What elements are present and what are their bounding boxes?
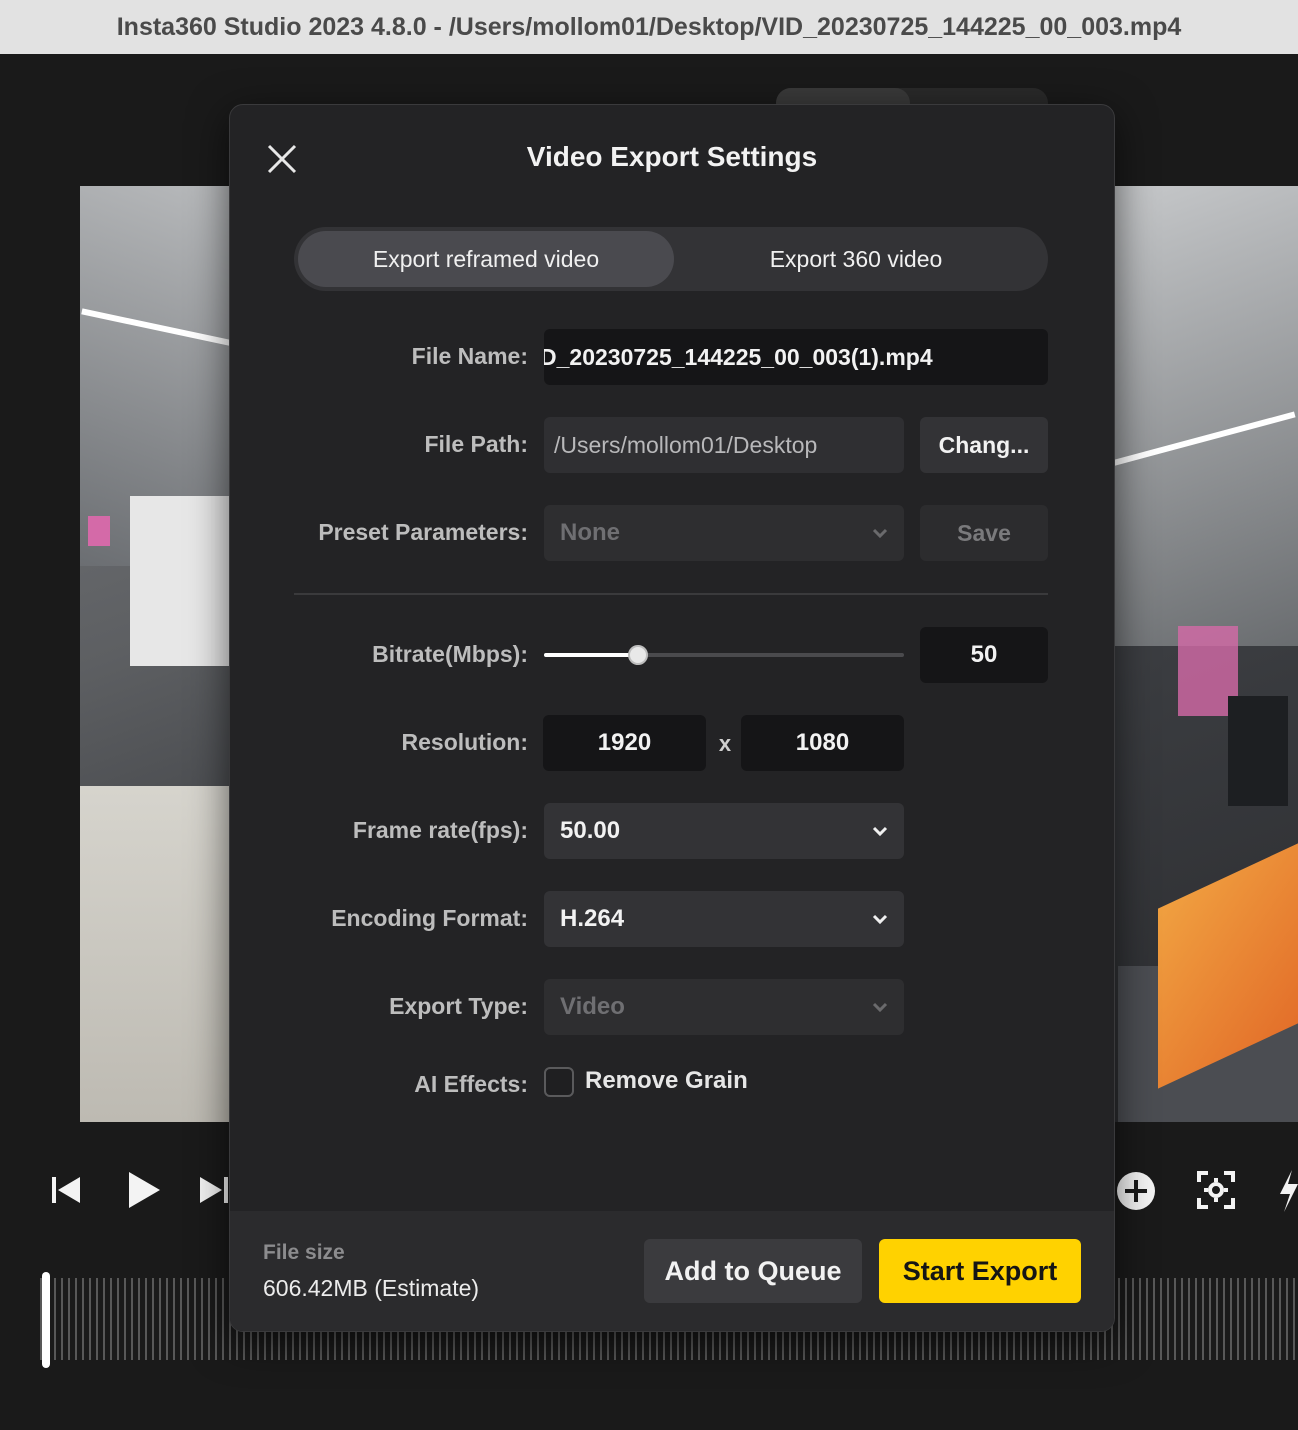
- resolution-width-input[interactable]: 1920: [543, 715, 706, 771]
- skip-forward-icon[interactable]: [198, 1174, 230, 1206]
- export-type-value: Video: [560, 993, 625, 1020]
- dialog-footer: File size 606.42MB (Estimate) Add to Que…: [230, 1211, 1114, 1331]
- bitrate-label: Bitrate(Mbps):: [372, 641, 528, 667]
- start-export-button[interactable]: Start Export: [879, 1239, 1081, 1303]
- chevron-down-icon: [872, 528, 888, 539]
- preset-label: Preset Parameters:: [318, 519, 528, 545]
- preview-pink-light: [88, 516, 110, 546]
- remove-grain-label[interactable]: Remove Grain: [585, 1067, 748, 1095]
- video-export-settings-dialog: Video Export Settings Export reframed vi…: [229, 104, 1115, 1332]
- window-title: Insta360 Studio 2023 4.8.0 - /Users/moll…: [116, 12, 1182, 41]
- encoding-format-label: Encoding Format:: [331, 905, 528, 931]
- bitrate-input[interactable]: 50: [920, 627, 1048, 683]
- preset-value: None: [560, 519, 620, 546]
- tab-export-reframed[interactable]: Export reframed video: [298, 231, 674, 287]
- file-name-value: D_20230725_144225_00_003(1).mp4: [544, 343, 933, 370]
- bitrate-slider[interactable]: [544, 645, 904, 665]
- file-path-label: File Path:: [424, 431, 528, 457]
- file-path-value: /Users/mollom01/Desktop: [554, 431, 818, 458]
- file-name-field[interactable]: D_20230725_144225_00_003(1).mp4: [544, 329, 1048, 385]
- frame-rate-label: Frame rate(fps):: [352, 817, 528, 843]
- file-name-label: File Name:: [411, 343, 528, 369]
- resolution-height-input[interactable]: 1080: [741, 715, 904, 771]
- frame-rate-value: 50.00: [560, 817, 621, 844]
- export-mode-tabs: Export reframed video Export 360 video: [294, 227, 1048, 291]
- frame-rate-select[interactable]: 50.00: [544, 803, 904, 859]
- save-preset-button: Save: [920, 505, 1048, 561]
- encoding-format-select[interactable]: H.264: [544, 891, 904, 947]
- dialog-title: Video Export Settings: [526, 141, 818, 172]
- export-type-label: Export Type:: [389, 993, 528, 1019]
- chevron-down-icon: [872, 914, 888, 925]
- file-path-field: /Users/mollom01/Desktop: [544, 417, 904, 473]
- bitrate-value: 50: [970, 641, 998, 668]
- ai-effects-label: AI Effects:: [414, 1071, 528, 1097]
- change-path-button[interactable]: Chang...: [920, 417, 1048, 473]
- preset-select: None: [544, 505, 904, 561]
- preview-monitor: [1228, 696, 1288, 806]
- skip-back-icon[interactable]: [50, 1174, 82, 1206]
- preview-whiteboard: [130, 496, 240, 666]
- section-divider: [294, 593, 1048, 595]
- window-title-bar: Insta360 Studio 2023 4.8.0 - /Users/moll…: [0, 0, 1298, 54]
- preview-floor: [80, 786, 240, 1122]
- tab-export-360[interactable]: Export 360 video: [668, 231, 1044, 287]
- chevron-down-icon: [872, 1002, 888, 1013]
- resolution-width-value: 1920: [597, 729, 652, 756]
- resolution-label: Resolution:: [401, 729, 529, 755]
- preview-ceiling-right: [1108, 186, 1298, 646]
- chevron-down-icon: [872, 826, 888, 837]
- focus-target-icon[interactable]: [1196, 1170, 1236, 1210]
- bitrate-slider-handle[interactable]: [627, 645, 648, 665]
- bitrate-slider-fill: [544, 653, 638, 657]
- timeline-playhead[interactable]: [42, 1272, 50, 1368]
- resolution-height-value: 1080: [795, 729, 850, 756]
- add-circle-icon[interactable]: [1115, 1170, 1157, 1212]
- file-size-label: File size: [263, 1241, 345, 1264]
- file-size-value: 606.42MB (Estimate): [263, 1275, 480, 1301]
- lightning-icon[interactable]: [1278, 1170, 1298, 1212]
- play-icon[interactable]: [126, 1170, 162, 1210]
- resolution-separator: x: [718, 731, 732, 756]
- remove-grain-checkbox[interactable]: [544, 1067, 574, 1097]
- add-to-queue-button[interactable]: Add to Queue: [644, 1239, 862, 1303]
- export-type-select: Video: [544, 979, 904, 1035]
- encoding-format-value: H.264: [560, 905, 625, 932]
